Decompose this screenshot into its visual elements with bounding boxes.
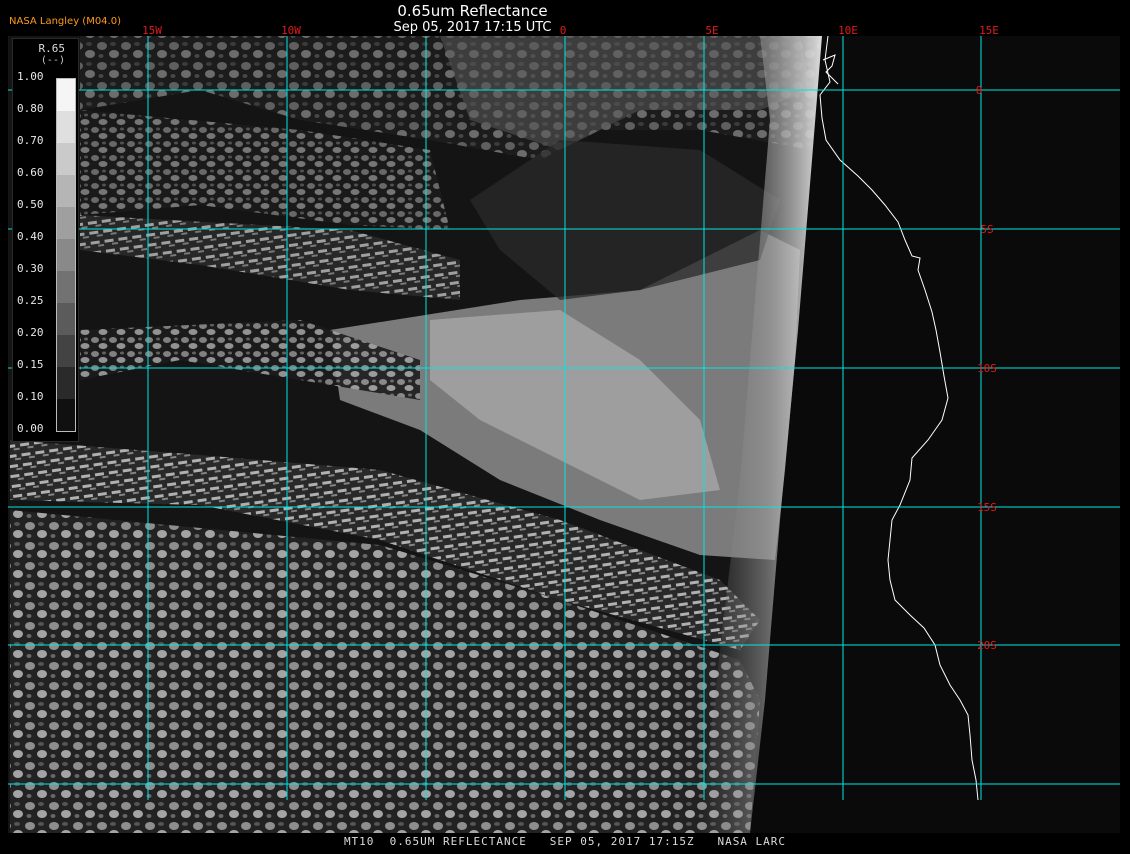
legend-color-step (57, 239, 75, 272)
legend-color-step (57, 207, 75, 240)
legend-color-step (57, 399, 75, 431)
lat-label-10s: 10S (977, 362, 997, 375)
color-legend: R.65 (--) 1.00 0.80 0.70 0.60 0.50 0.40 0.30 0.… (12, 38, 79, 442)
legend-color-step (57, 303, 75, 336)
source-label: NASA Langley (M04.0) (9, 16, 121, 27)
footer-caption: MT10 0.65UM REFLECTANCE SEP 05, 2017 17:… (343, 835, 787, 848)
legend-tick-label: 0.60 (17, 166, 44, 179)
legend-color-step (57, 79, 75, 112)
satellite-map: 15W 10W 0 5E 10E 15E 0 5S 10S 15S 20S (0, 0, 1130, 850)
legend-tick-label: 0.00 (17, 422, 44, 435)
lon-label-15e: 15E (979, 24, 999, 37)
legend-tick-label: 0.25 (17, 294, 44, 307)
legend-variable-label: R.65 (38, 42, 66, 55)
legend-unit-label: (--) (40, 55, 65, 66)
legend-tick-label: 0.50 (17, 198, 44, 211)
lat-label-5s: 5S (980, 223, 993, 236)
legend-tick-label: 0.70 (17, 134, 44, 147)
legend-color-step (57, 271, 75, 304)
lat-label-0: 0 (976, 84, 983, 97)
legend-color-step (57, 335, 75, 368)
image-timestamp: Sep 05, 2017 17:15 UTC (393, 20, 552, 35)
legend-tick-label: 0.40 (17, 230, 44, 243)
legend-color-step (57, 143, 75, 176)
legend-color-step (57, 367, 75, 400)
legend-color-bar (56, 78, 76, 432)
lat-label-15s: 15S (977, 501, 997, 514)
legend-tick-label: 0.80 (17, 102, 44, 115)
legend-tick-label: 0.10 (17, 390, 44, 403)
legend-color-step (57, 175, 75, 208)
legend-tick-label: 0.30 (17, 262, 44, 275)
legend-tick-label: 0.20 (17, 326, 44, 339)
legend-tick-label: 0.15 (17, 358, 44, 371)
legend-tick-label: 1.00 (17, 70, 44, 83)
lat-label-20s: 20S (977, 639, 997, 652)
image-title: 0.65um Reflectance (397, 2, 548, 20)
legend-color-step (57, 111, 75, 144)
